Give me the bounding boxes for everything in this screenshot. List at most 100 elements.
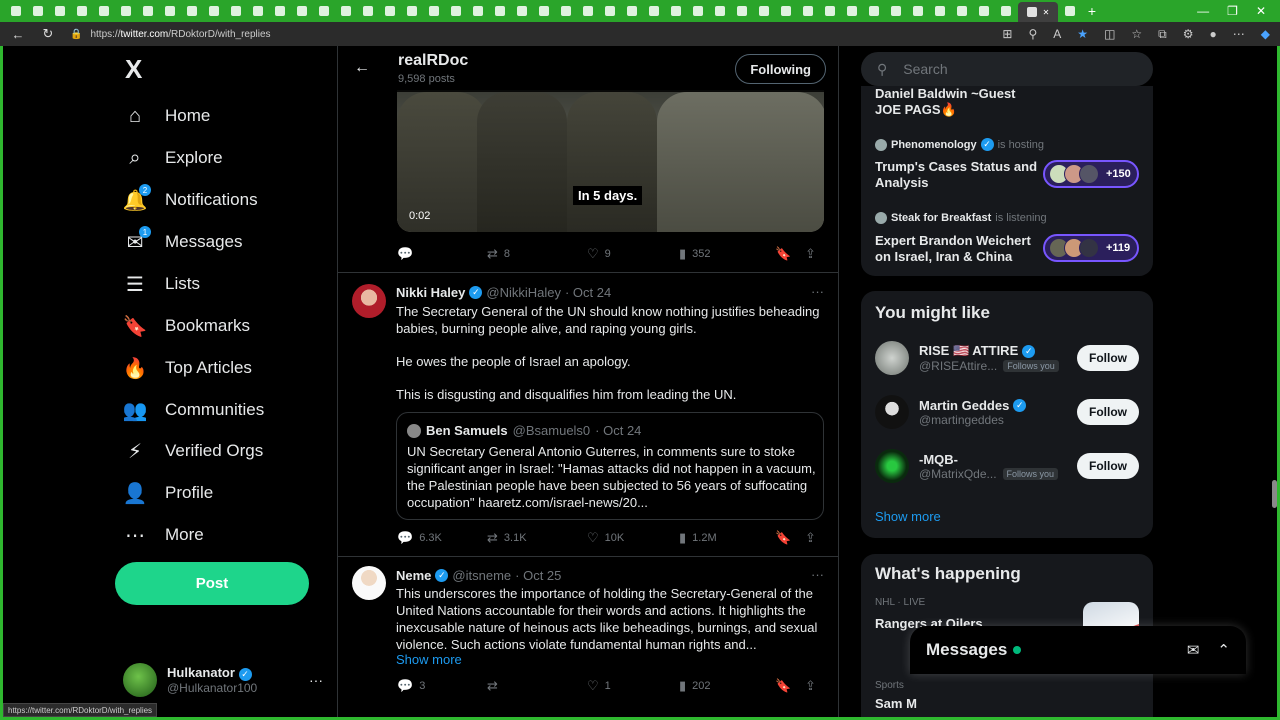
browser-tab[interactable] — [908, 3, 928, 19]
apps-icon[interactable]: ⊞ — [1002, 27, 1012, 42]
browser-tab[interactable] — [204, 3, 224, 19]
browser-tab[interactable] — [160, 3, 180, 19]
messages-drawer[interactable]: Messages ✉ ⌃ — [910, 626, 1246, 674]
browser-tab[interactable] — [688, 3, 708, 19]
views-action[interactable]: ▮ 352 — [679, 246, 775, 262]
browser-tab[interactable] — [1060, 3, 1080, 19]
browser-tab[interactable] — [292, 3, 312, 19]
nav-explore[interactable]: ⌕ Explore — [123, 143, 222, 173]
back-arrow-icon[interactable]: ← — [354, 59, 370, 77]
tweet-date[interactable]: · Oct 25 — [515, 568, 561, 583]
tab-close-icon[interactable]: ✕ — [1043, 8, 1050, 17]
browser-tab[interactable] — [952, 3, 972, 19]
browser-tab[interactable] — [886, 3, 906, 19]
bookmark-action[interactable]: 🔖 — [775, 246, 805, 262]
space-listeners-pill[interactable]: +119 — [1043, 234, 1139, 262]
browser-tab[interactable] — [138, 3, 158, 19]
author-name[interactable]: Neme — [396, 568, 431, 583]
browser-tab[interactable] — [116, 3, 136, 19]
reply-action[interactable]: 💬 — [397, 246, 487, 262]
tweet-more-icon[interactable]: ··· — [811, 567, 824, 582]
expand-up-icon[interactable]: ⌃ — [1217, 641, 1230, 659]
browser-tab[interactable] — [974, 3, 994, 19]
space-item[interactable]: Daniel Baldwin ~Guest JOE PAGS🔥 — [875, 86, 1045, 118]
browser-tab[interactable] — [380, 3, 400, 19]
x-logo-icon[interactable]: X — [125, 54, 142, 85]
more-dots-icon[interactable]: ··· — [309, 672, 323, 688]
collections-icon[interactable]: ⧉ — [1158, 27, 1167, 42]
retweet-action[interactable]: ⇄ 8 — [487, 246, 587, 262]
account-switcher[interactable]: Hulkanator ✓ @Hulkanator100 ··· — [123, 660, 323, 700]
bookmark-action[interactable]: 🔖 — [775, 678, 805, 694]
browser-tab[interactable] — [424, 3, 444, 19]
nav-messages[interactable]: ✉ 1 Messages — [123, 226, 242, 257]
follow-button[interactable]: Follow — [1077, 399, 1139, 425]
browser-tab[interactable] — [600, 3, 620, 19]
browser-tab-active[interactable]: ✕ — [1018, 2, 1058, 22]
browser-tab[interactable] — [248, 3, 268, 19]
nav-more[interactable]: ⋯ More — [123, 520, 204, 550]
like-action[interactable]: ♡ 9 — [587, 246, 679, 262]
browser-tab[interactable] — [622, 3, 642, 19]
avatar[interactable] — [352, 566, 386, 600]
zoom-icon[interactable]: ⚲ — [1028, 27, 1037, 42]
page-scrollbar-thumb[interactable] — [1272, 480, 1277, 508]
menu-dots-icon[interactable]: ⋯ — [1233, 27, 1245, 42]
space-item[interactable]: Expert Brandon Weichert on Israel, Iran … — [875, 233, 1045, 265]
nav-top-articles[interactable]: 🔥 Top Articles — [123, 353, 252, 383]
show-more-link[interactable]: Show more — [396, 652, 462, 667]
browser-tab[interactable] — [314, 3, 334, 19]
nav-lists[interactable]: ☰ Lists — [123, 269, 200, 299]
browser-tab[interactable] — [556, 3, 576, 19]
nav-notifications[interactable]: 🔔 2 Notifications — [123, 184, 258, 215]
browser-tab[interactable] — [402, 3, 422, 19]
browser-tab[interactable] — [732, 3, 752, 19]
browser-tab[interactable] — [490, 3, 510, 19]
browser-tab[interactable] — [358, 3, 378, 19]
suggested-user[interactable]: Martin Geddes ✓ @martingeddes Follow — [875, 390, 1139, 434]
space-item[interactable]: Trump's Cases Status and Analysis — [875, 159, 1045, 191]
browser-tab[interactable] — [754, 3, 774, 19]
browser-tab[interactable] — [842, 3, 862, 19]
back-arrow-icon[interactable]: ← — [10, 27, 26, 42]
browser-tab[interactable] — [776, 3, 796, 19]
browser-tab[interactable] — [226, 3, 246, 19]
browser-tab[interactable] — [820, 3, 840, 19]
show-more-link[interactable]: Show more — [875, 509, 941, 524]
retweet-action[interactable]: ⇄ — [487, 678, 587, 694]
retweet-action[interactable]: ⇄ 3.1K — [487, 530, 587, 546]
browser-tab[interactable] — [50, 3, 70, 19]
bookmark-action[interactable]: 🔖 — [775, 530, 805, 546]
author-name[interactable]: Nikki Haley — [396, 285, 465, 300]
post-button[interactable]: Post — [115, 562, 309, 605]
share-action[interactable]: ⇪ — [805, 678, 816, 694]
address-bar[interactable]: 🔒 https://twitter.com/RDoktorD/with_repl… — [70, 29, 271, 40]
minimize-icon[interactable]: — — [1197, 4, 1209, 18]
like-action[interactable]: ♡ 10K — [587, 530, 679, 546]
copilot-icon[interactable]: ◆ — [1261, 27, 1270, 42]
browser-tab[interactable] — [930, 3, 950, 19]
author-handle[interactable]: @itsneme — [452, 568, 511, 583]
browser-tab[interactable] — [182, 3, 202, 19]
follow-button[interactable]: Follow — [1077, 453, 1139, 479]
favorites-icon[interactable]: ☆ — [1131, 27, 1142, 42]
share-action[interactable]: ⇪ — [805, 530, 816, 546]
quoted-tweet[interactable]: Ben Samuels @Bsamuels0 · Oct 24 UN Secre… — [396, 412, 824, 520]
views-action[interactable]: ▮ 1.2M — [679, 530, 775, 546]
browser-tab[interactable] — [270, 3, 290, 19]
trend-item[interactable]: Sam M — [875, 696, 917, 711]
avatar[interactable] — [352, 284, 386, 318]
browser-tab[interactable] — [710, 3, 730, 19]
new-tab-button[interactable]: + — [1082, 3, 1102, 19]
suggested-user[interactable]: -MQB- @MatrixQde... Follows you Follow — [875, 444, 1139, 488]
nav-profile[interactable]: 👤 Profile — [123, 478, 214, 508]
extensions-icon[interactable]: ⚙ — [1183, 27, 1194, 42]
browser-tab[interactable] — [578, 3, 598, 19]
tweet-more-icon[interactable]: ··· — [811, 284, 824, 299]
browser-tab[interactable] — [446, 3, 466, 19]
tweet-date[interactable]: · Oct 24 — [565, 285, 611, 300]
browser-tab[interactable] — [6, 3, 26, 19]
browser-tab[interactable] — [94, 3, 114, 19]
new-message-icon[interactable]: ✉ — [1187, 641, 1200, 659]
nav-bookmarks[interactable]: 🔖 Bookmarks — [123, 311, 250, 341]
